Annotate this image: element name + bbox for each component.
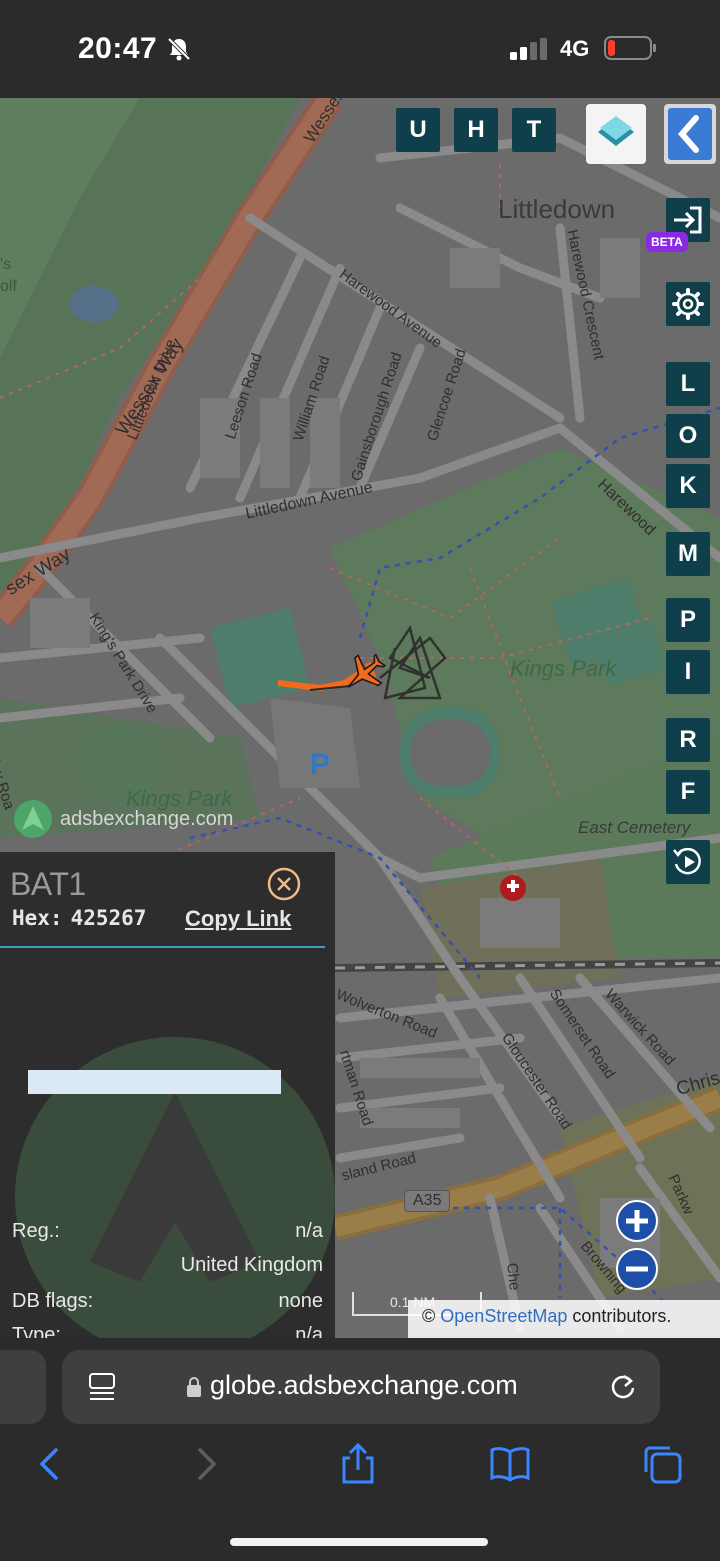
beta-badge: BETA — [646, 232, 688, 252]
map-label: Littledown — [498, 194, 616, 224]
toolbar-button-i[interactable]: I — [666, 650, 710, 694]
toolbar-button-m[interactable]: M — [666, 532, 710, 576]
copy-link[interactable]: Copy Link — [185, 906, 291, 932]
hex-label: Hex: — [12, 906, 63, 930]
osm-link[interactable]: OpenStreetMap — [440, 1306, 567, 1326]
zoom-in-button[interactable] — [616, 1200, 658, 1242]
toolbar-button-h[interactable]: H — [454, 108, 498, 152]
lock-icon — [187, 1377, 201, 1397]
page-menu-icon[interactable] — [88, 1372, 116, 1402]
minus-icon — [626, 1266, 648, 1272]
row-value: none — [278, 1290, 324, 1312]
close-icon[interactable] — [266, 866, 302, 902]
adsbexchange-logo-icon — [14, 800, 52, 838]
info-row-db-flags: DB flags: none — [12, 1290, 323, 1313]
hex-value: 425267 — [70, 906, 147, 930]
clock: 20:47 — [78, 32, 158, 65]
map-attribution: © OpenStreetMap contributors. — [408, 1300, 720, 1338]
cellular-signal-icon — [510, 38, 547, 60]
status-bar: 20:47 4G — [0, 0, 720, 98]
bookmarks-icon[interactable] — [488, 1442, 532, 1486]
info-row-type: Type: n/a — [12, 1324, 323, 1338]
row-label: Type: — [12, 1324, 61, 1338]
toolbar-button-t[interactable]: T — [512, 108, 556, 152]
settings-button[interactable] — [666, 282, 710, 326]
toolbar-button-k[interactable]: K — [666, 464, 710, 508]
row-label: DB flags: — [12, 1290, 94, 1312]
address-bar[interactable]: globe.adsbexchange.com — [62, 1350, 660, 1424]
parking-icon: P — [310, 748, 331, 781]
collapse-panel-button[interactable] — [664, 104, 716, 164]
attribution-prefix: © — [422, 1306, 436, 1326]
info-row-reg: Reg.: n/a — [12, 1220, 323, 1243]
watermark-text: adsbexchange.com — [60, 807, 234, 830]
chevron-left-icon — [668, 108, 712, 160]
map-label: Kings Park — [510, 656, 617, 681]
toolbar-button-r[interactable]: R — [666, 718, 710, 762]
map-label: Che — [503, 1262, 523, 1292]
toolbar-button-o[interactable]: O — [666, 414, 710, 458]
battery-low-icon — [604, 36, 656, 60]
network-type: 4G — [560, 36, 590, 61]
photo-placeholder — [28, 1070, 281, 1094]
previous-tab-preview[interactable] — [0, 1350, 46, 1424]
bell-slash-icon — [167, 37, 191, 61]
forward-arrow-icon[interactable] — [184, 1442, 228, 1486]
map-label: East Cemetery — [578, 818, 691, 837]
zoom-out-button[interactable] — [616, 1248, 658, 1290]
back-arrow-icon[interactable] — [28, 1442, 72, 1486]
browser-toolbar: globe.adsbexchange.com — [0, 1338, 720, 1561]
replay-icon — [673, 847, 701, 875]
map-label: olf — [0, 278, 17, 295]
toolbar-button-l[interactable]: L — [666, 362, 710, 406]
road-shield-a35: A35 — [404, 1190, 451, 1212]
toolbar-button-u[interactable]: U — [396, 108, 440, 152]
toolbar-button-p[interactable]: P — [666, 598, 710, 642]
browser-nav-row — [0, 1442, 720, 1502]
layers-icon — [598, 116, 634, 146]
callsign: BAT1 — [10, 866, 86, 902]
attribution-suffix: contributors. — [572, 1306, 672, 1326]
hex-row: Hex: 425267 — [12, 906, 146, 930]
row-label: Reg.: — [12, 1220, 60, 1242]
map-label: 's — [0, 256, 12, 273]
gear-icon — [672, 288, 704, 320]
toolbar-button-f[interactable]: F — [666, 770, 710, 814]
plus-icon — [626, 1210, 648, 1232]
divider — [0, 946, 325, 948]
aircraft-info-panel: BAT1 Hex: 425267 Copy Link Reg.: n/a Unit… — [0, 852, 335, 1338]
url-text[interactable]: globe.adsbexchange.com — [210, 1370, 518, 1401]
row-value: n/a — [295, 1220, 323, 1242]
replay-button[interactable] — [666, 840, 710, 884]
row-value: United Kingdom — [180, 1254, 323, 1276]
share-icon[interactable] — [336, 1442, 380, 1486]
home-indicator[interactable] — [230, 1538, 488, 1546]
info-row-country: United Kingdom — [12, 1254, 323, 1277]
layers-button[interactable] — [586, 104, 646, 164]
row-value: n/a — [295, 1324, 323, 1338]
reload-icon[interactable] — [608, 1372, 638, 1402]
tabs-icon[interactable] — [640, 1442, 684, 1486]
adsbexchange-watermark: adsbexchange.com — [14, 800, 233, 838]
